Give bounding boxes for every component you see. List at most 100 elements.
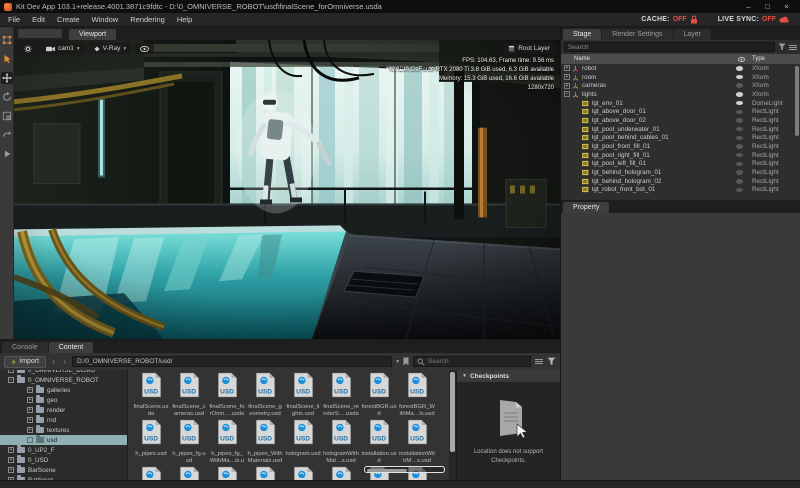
stage-row[interactable]: lgt_above_door_02 RectLight	[561, 116, 800, 125]
path-dropdown-icon[interactable]: ▾	[396, 359, 399, 365]
folder-tree-row[interactable]: + BarScene	[0, 465, 127, 475]
camera-selector[interactable]: cam1 ▾	[41, 43, 85, 54]
expand-box-icon[interactable]	[27, 437, 33, 443]
bookmark-icon[interactable]	[403, 357, 409, 366]
stage-row[interactable]: lgt_pool_front_fill_01 RectLight	[561, 142, 800, 151]
file-item[interactable]: USD h_pipes_fg_WithMa…ls.usd	[208, 419, 246, 466]
visibility-eye-icon[interactable]	[736, 144, 743, 149]
visibility-eye-icon[interactable]	[736, 74, 743, 80]
menu-rendering[interactable]: Rendering	[124, 15, 171, 24]
folder-tree-row[interactable]: + rnd	[0, 415, 127, 425]
expand-box-icon[interactable]: +	[27, 417, 33, 423]
stage-row[interactable]: + cameras Xform	[561, 81, 800, 90]
visibility-eye-icon[interactable]	[736, 152, 743, 158]
path-input[interactable]: D:/0_OMNIVERSE_ROBOT/usd/	[72, 356, 393, 367]
folder-tree-row[interactable]: + textures	[0, 425, 127, 435]
file-item[interactable]: USD	[246, 466, 284, 480]
tab-stage[interactable]: Stage	[563, 29, 602, 40]
expand-box-icon[interactable]: +	[8, 447, 14, 453]
file-item[interactable]: USD	[322, 466, 360, 480]
expand-box-icon[interactable]: +	[8, 457, 14, 463]
expand-box-icon[interactable]: +	[27, 397, 33, 403]
stage-row[interactable]: − lights Xform	[561, 90, 800, 99]
file-item[interactable]: USD	[284, 466, 322, 480]
file-item[interactable]: USD finalScene_lights.usd	[284, 372, 322, 419]
tab-layer[interactable]: Layer	[673, 29, 712, 40]
checkpoints-header[interactable]: ▼ Checkpoints	[457, 370, 560, 382]
menu-file[interactable]: File	[2, 15, 26, 24]
file-item[interactable]: USD installation.usd	[360, 419, 398, 466]
expand-box-icon[interactable]: +	[27, 427, 33, 433]
stage-search-input[interactable]: Search	[564, 42, 775, 52]
visibility-eye-icon[interactable]	[736, 100, 743, 106]
file-item[interactable]: USD finalScene_geometry.usd	[246, 372, 284, 419]
livesync-value[interactable]: OFF	[762, 16, 776, 23]
selection-bounds-icon[interactable]	[1, 34, 13, 46]
file-item[interactable]: USD hologram.usd	[284, 419, 322, 466]
menu-window[interactable]: Window	[86, 15, 125, 24]
expand-box-icon[interactable]: +	[564, 65, 570, 72]
file-item[interactable]: USD finalScene_cameras.usd	[170, 372, 208, 419]
back-icon[interactable]: ‹	[50, 357, 57, 366]
file-item[interactable]: USD finalScene.usda	[132, 372, 170, 419]
menu-edit[interactable]: Edit	[26, 15, 51, 24]
stage-row[interactable]: + robot Xform	[561, 64, 800, 73]
expand-box-icon[interactable]: +	[27, 387, 33, 393]
visibility-eye-icon[interactable]	[736, 92, 743, 97]
tab-render-settings[interactable]: Render Settings	[602, 29, 673, 40]
stage-row[interactable]: lgt_above_door_01 RectLight	[561, 107, 800, 116]
viewport-canvas[interactable]: cam1 ▾ V-Ray ▾ Root Layer FPS: 104.63, F…	[14, 40, 560, 339]
visibility-eye-icon[interactable]	[736, 66, 743, 71]
options-menu-icon[interactable]	[789, 44, 797, 51]
scale-tool-icon[interactable]	[1, 110, 13, 122]
content-filter-icon[interactable]	[547, 357, 556, 366]
visibility-eye-icon[interactable]	[736, 179, 743, 184]
view-mode-icon[interactable]	[535, 358, 543, 365]
folder-tree-row[interactable]: usd	[0, 435, 127, 445]
visibility-menu-button[interactable]	[135, 43, 155, 54]
file-item[interactable]: USD hologramWithMat…s.usd	[322, 419, 360, 466]
filter-icon[interactable]	[778, 43, 786, 51]
visibility-eye-icon[interactable]	[736, 187, 743, 193]
stage-row[interactable]: lgt_pool_underwater_01 RectLight	[561, 125, 800, 134]
tab-console[interactable]: Console	[2, 342, 48, 353]
expand-box-icon[interactable]: +	[564, 82, 570, 89]
close-icon[interactable]: ×	[777, 1, 796, 13]
file-item[interactable]: USD h_pipes_WithMaterials.usd	[246, 419, 284, 466]
column-visibility-eye-icon[interactable]	[738, 56, 752, 62]
file-item[interactable]: USD h_pipes.usd	[132, 419, 170, 466]
folder-tree-row[interactable]: + geo	[0, 395, 127, 405]
stage-row[interactable]: lgt_behind_hologram_01 RectLight	[561, 168, 800, 177]
stage-row[interactable]: lgt_pool_left_fill_01 RectLight	[561, 160, 800, 169]
folder-tree-row[interactable]: + render	[0, 405, 127, 415]
expand-box-icon[interactable]: +	[27, 407, 33, 413]
visibility-eye-icon[interactable]	[736, 83, 743, 88]
tab-content[interactable]: Content	[48, 342, 94, 353]
file-item[interactable]: USD	[132, 466, 170, 480]
file-item[interactable]: USD installationWithM…s.usd	[398, 419, 436, 466]
file-item[interactable]: USD	[208, 466, 246, 480]
menu-create[interactable]: Create	[51, 15, 86, 24]
stage-row[interactable]: lgt_pool_behind_cables_01 RectLight	[561, 134, 800, 143]
rotate-tool-icon[interactable]	[1, 91, 13, 103]
move-tool-icon[interactable]	[0, 72, 13, 84]
horizontal-scrollbar[interactable]	[364, 466, 445, 473]
folder-tree-row[interactable]: + galleries	[0, 385, 127, 395]
column-type[interactable]: Type	[752, 56, 800, 62]
content-search-input[interactable]: Search	[413, 356, 531, 367]
visibility-eye-icon[interactable]	[736, 161, 743, 167]
menu-help[interactable]: Help	[171, 15, 198, 24]
vertical-scrollbar[interactable]	[449, 370, 456, 480]
cache-value[interactable]: OFF	[673, 16, 687, 23]
viewport-settings-button[interactable]	[19, 43, 37, 54]
stage-row[interactable]: + room Xform	[561, 73, 800, 82]
file-item[interactable]: USD forestBGR.usd	[360, 372, 398, 419]
play-icon[interactable]	[1, 148, 13, 160]
folder-tree-row[interactable]: − 0_OMNIVERSE_ROBOT	[0, 375, 127, 385]
expand-box-icon[interactable]: +	[8, 370, 14, 373]
tab-property[interactable]: Property	[563, 202, 610, 213]
file-item[interactable]: USD finalScene_forOmn….usda	[208, 372, 246, 419]
import-button[interactable]: + Import	[4, 355, 47, 368]
expand-box-icon[interactable]: −	[8, 377, 14, 383]
file-item[interactable]: USD h_pipes_fg.usd	[170, 419, 208, 466]
